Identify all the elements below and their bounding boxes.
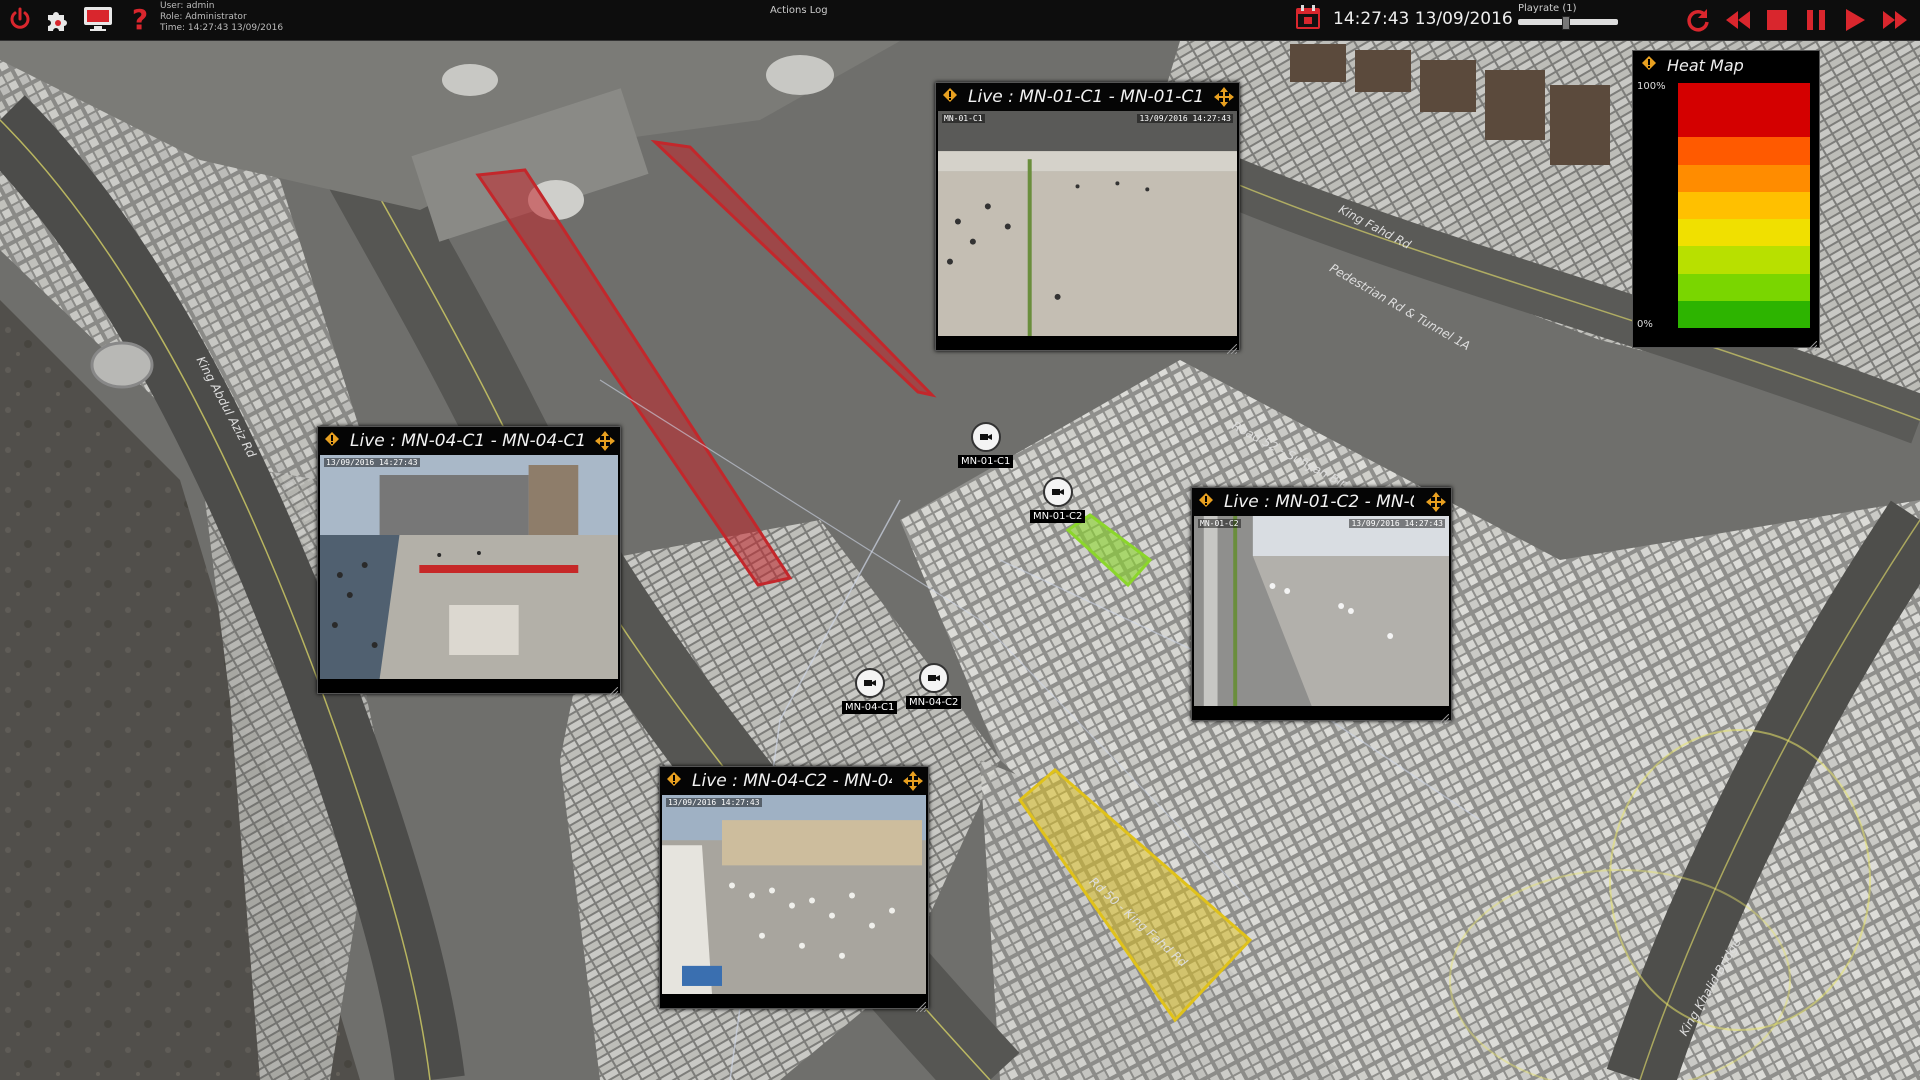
play-icon[interactable] <box>1840 5 1870 35</box>
heat-map-band <box>1678 83 1810 111</box>
camera-overlay-time: 13/09/2016 14:27:43 <box>324 458 420 467</box>
calendar-icon[interactable] <box>1295 4 1321 34</box>
move-icon[interactable] <box>594 430 616 456</box>
camera-title-bar[interactable]: Live : MN-04-C2 - MN-04-C2 <box>660 767 928 795</box>
camera-window-mn-04-c2[interactable]: Live : MN-04-C2 - MN-04-C2 13/09/2016 14… <box>659 766 929 1013</box>
camera-feed: MN-01-C1 13/09/2016 14:27:43 <box>938 111 1237 336</box>
move-icon[interactable] <box>1425 491 1447 517</box>
camera-icon <box>1042 477 1073 507</box>
camera-title-bar[interactable]: Live : MN-01-C2 - MN-01-C2 <box>1192 488 1451 516</box>
camera-icon <box>918 663 949 693</box>
playrate-slider[interactable] <box>1518 16 1618 30</box>
heat-map-min-label: 0% <box>1637 319 1653 330</box>
replay-icon[interactable] <box>1683 5 1713 35</box>
camera-title: Live : MN-04-C1 - MN-04-C1 <box>350 431 587 451</box>
warning-icon <box>1641 55 1657 75</box>
camera-marker-label: MN-01-C1 <box>958 455 1014 468</box>
user-role: Role: Administrator <box>160 12 247 22</box>
camera-window-mn-01-c1[interactable]: Live : MN-01-C1 - MN-01-C1 MN-01-C1 13/0… <box>935 82 1240 355</box>
resize-icon[interactable] <box>607 682 619 698</box>
fast-forward-icon[interactable] <box>1880 5 1910 35</box>
actions-log-link[interactable]: Actions Log <box>770 5 828 16</box>
camera-marker-mn-01-c1[interactable]: MN-01-C1 <box>958 422 1014 468</box>
resize-icon[interactable] <box>1438 709 1450 725</box>
warning-icon <box>942 87 958 108</box>
heat-map-band <box>1678 191 1810 220</box>
heat-map-band <box>1678 137 1810 165</box>
camera-marker-label: MN-04-C2 <box>906 696 962 709</box>
camera-marker-label: MN-04-C1 <box>842 701 898 714</box>
rewind-icon[interactable] <box>1723 5 1753 35</box>
camera-overlay-time: 13/09/2016 14:27:43 <box>1137 114 1233 123</box>
playrate-slider-knob[interactable] <box>1562 16 1571 30</box>
camera-title: Live : MN-04-C2 - MN-04-C2 <box>692 771 892 791</box>
camera-marker-mn-04-c1[interactable]: MN-04-C1 <box>842 668 898 714</box>
warning-icon <box>1198 492 1214 513</box>
monitor-icon[interactable] <box>82 3 114 35</box>
warning-icon <box>324 431 340 452</box>
pause-icon[interactable] <box>1801 5 1831 35</box>
clock: 14:27:43 13/09/2016 <box>1295 4 1513 34</box>
camera-feed: 13/09/2016 14:27:43 <box>320 455 618 679</box>
heat-map-band <box>1678 246 1810 274</box>
datetime-display: 14:27:43 13/09/2016 <box>1333 9 1513 29</box>
camera-icon <box>970 422 1001 452</box>
heat-map-band <box>1678 300 1810 328</box>
camera-feed: MN-01-C2 13/09/2016 14:27:43 <box>1194 516 1449 706</box>
camera-window-mn-04-c1[interactable]: Live : MN-04-C1 - MN-04-C1 13/09/2016 14… <box>317 426 621 698</box>
power-icon[interactable] <box>4 3 36 35</box>
heat-map-scale <box>1678 83 1810 328</box>
camera-feed: 13/09/2016 14:27:43 <box>662 795 926 994</box>
camera-title-bar[interactable]: Live : MN-01-C1 - MN-01-C1 <box>936 83 1239 111</box>
playrate-control: Playrate (1) <box>1518 3 1618 30</box>
camera-overlay-id: MN-01-C1 <box>942 114 985 123</box>
camera-marker-label: MN-01-C2 <box>1030 510 1086 523</box>
warning-icon <box>666 771 682 792</box>
heat-map-panel[interactable]: Heat Map 100% 0% <box>1632 50 1820 352</box>
heat-map-band <box>1678 273 1810 301</box>
user-time: Time: 14:27:43 13/09/2016 <box>160 23 284 33</box>
camera-window-mn-01-c2[interactable]: Live : MN-01-C2 - MN-01-C2 MN-01-C2 13/0… <box>1191 487 1452 725</box>
resize-icon[interactable] <box>915 997 927 1013</box>
user-name: User: admin <box>160 1 215 11</box>
camera-overlay-time: 13/09/2016 14:27:43 <box>666 798 762 807</box>
user-info: User: admin Role: Administrator Time: 14… <box>160 1 283 34</box>
help-icon[interactable]: ? <box>124 3 156 36</box>
camera-title: Live : MN-01-C2 - MN-01-C2 <box>1224 492 1414 512</box>
move-icon[interactable] <box>902 770 924 796</box>
camera-icon <box>854 668 885 698</box>
heat-map-header: Heat Map <box>1641 55 1744 75</box>
resize-icon[interactable] <box>1226 339 1238 355</box>
camera-marker-mn-04-c2[interactable]: MN-04-C2 <box>906 663 962 709</box>
plugins-icon[interactable] <box>42 3 74 35</box>
camera-title-bar[interactable]: Live : MN-04-C1 - MN-04-C1 <box>318 427 620 455</box>
heat-map-band <box>1678 219 1810 247</box>
camera-overlay-id: MN-01-C2 <box>1198 519 1241 528</box>
playrate-label: Playrate (1) <box>1518 3 1577 14</box>
move-icon[interactable] <box>1213 86 1235 112</box>
heat-map-band <box>1678 164 1810 192</box>
heat-map-title: Heat Map <box>1667 55 1744 75</box>
camera-title: Live : MN-01-C1 - MN-01-C1 <box>968 87 1205 107</box>
heat-map-max-label: 100% <box>1637 81 1666 92</box>
resize-icon[interactable] <box>1806 336 1818 352</box>
camera-marker-mn-01-c2[interactable]: MN-01-C2 <box>1030 477 1086 523</box>
top-toolbar: ? User: admin Role: Administrator Time: … <box>0 0 1920 41</box>
stop-icon[interactable] <box>1762 5 1792 35</box>
camera-overlay-time: 13/09/2016 14:27:43 <box>1349 519 1445 528</box>
heat-map-band <box>1678 110 1810 138</box>
